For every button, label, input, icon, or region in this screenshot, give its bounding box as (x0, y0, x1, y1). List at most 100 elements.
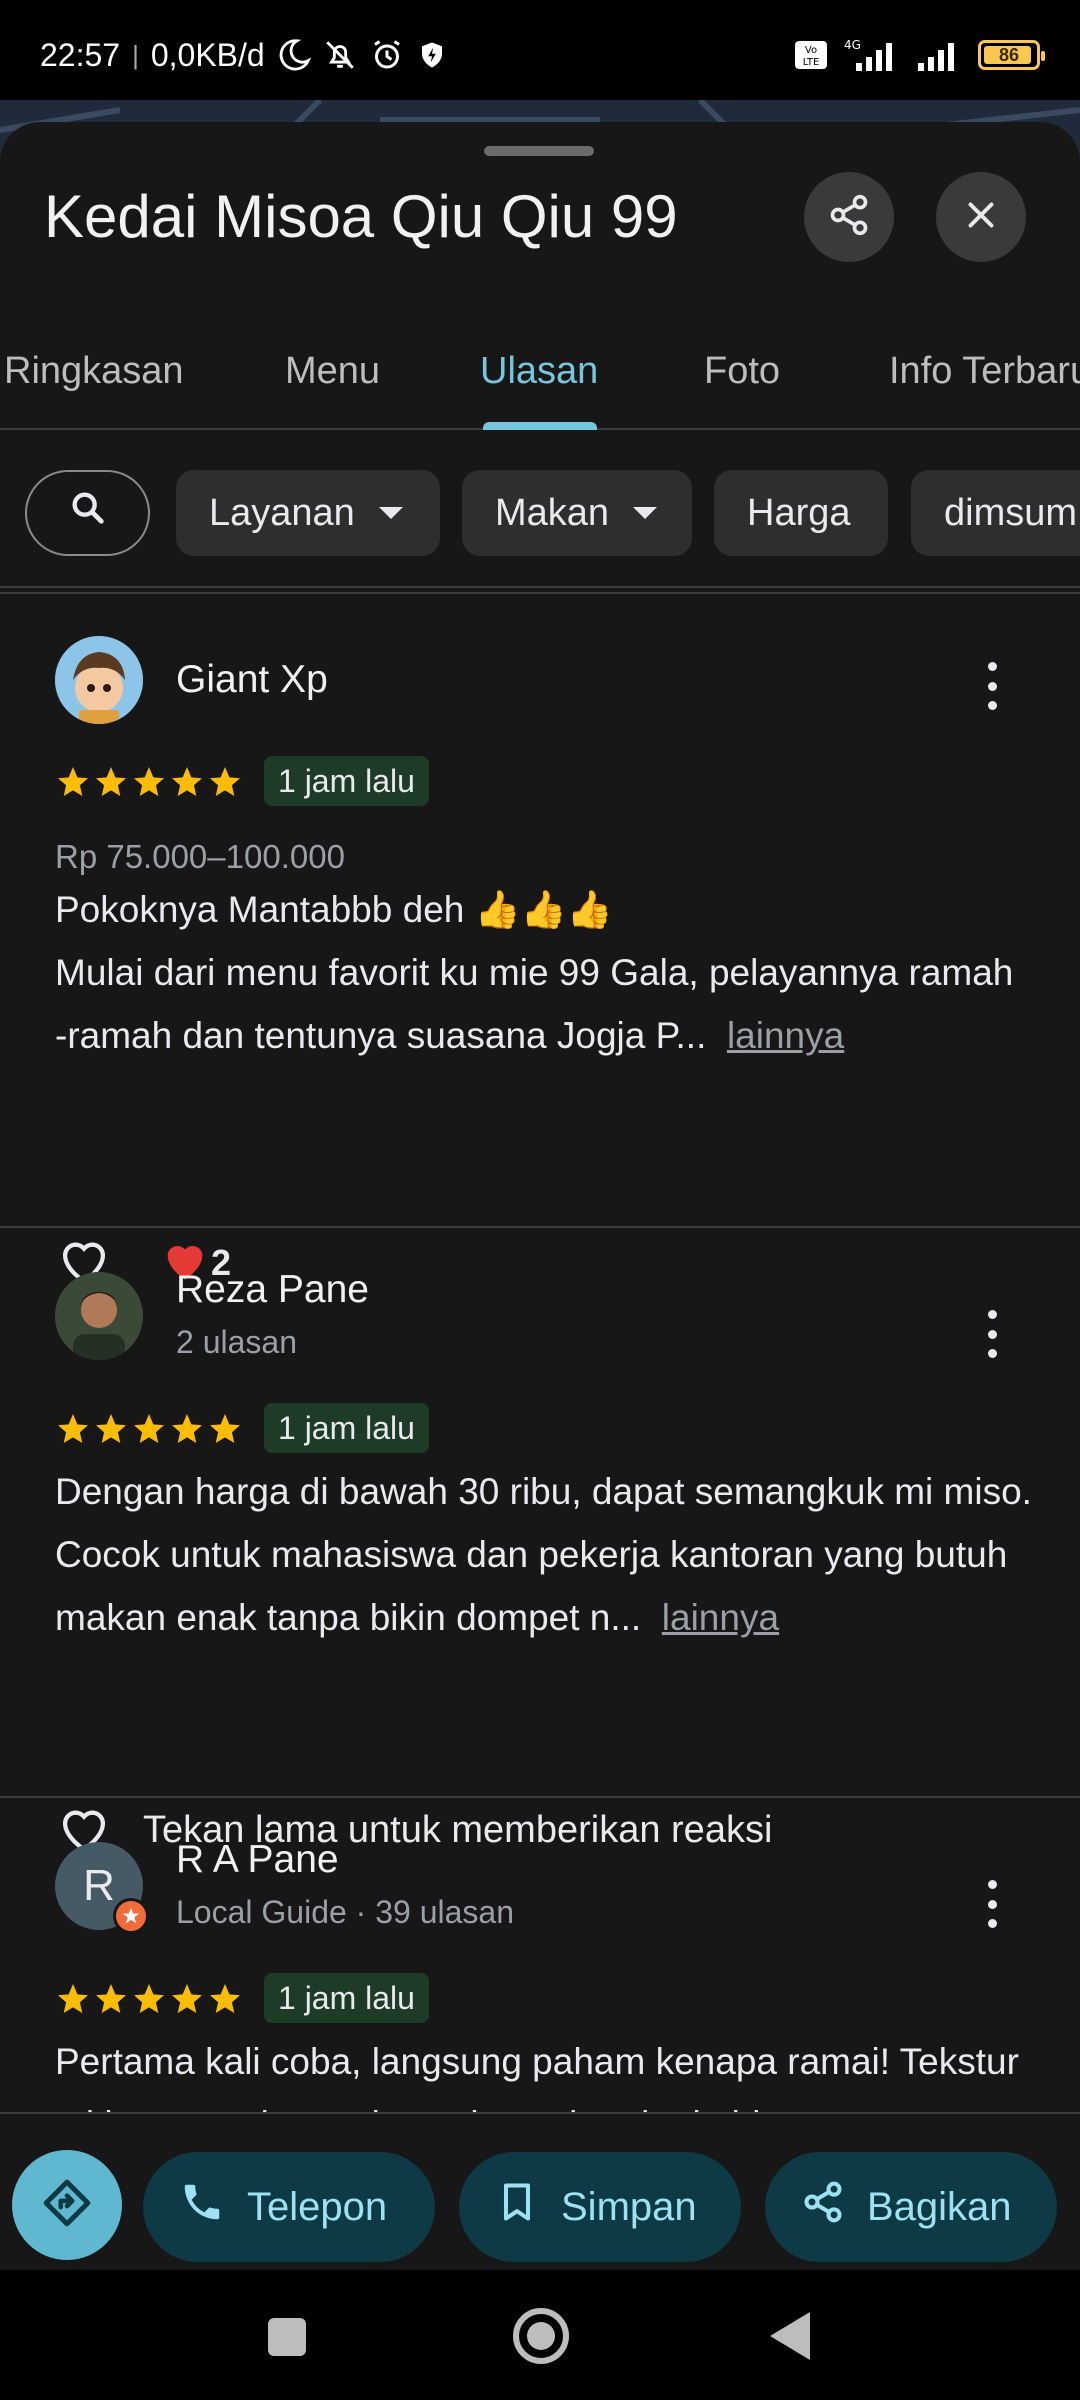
reviewer-name[interactable]: R A Pane (176, 1838, 339, 1882)
share-action-button[interactable]: Bagikan (765, 2152, 1057, 2262)
star-icon (131, 1411, 167, 1452)
chip-label: Makan (495, 491, 610, 534)
star-icon (55, 764, 91, 805)
more-options-button[interactable] (970, 1874, 1014, 1934)
reviewer-name[interactable]: Giant Xp (176, 658, 328, 702)
tab-bar: Ringkasan Menu Ulasan Foto Info Terbaru (0, 312, 1080, 430)
chevron-down-icon (633, 507, 658, 519)
review-time-badge: 1 jam lalu (264, 1973, 429, 2023)
share-icon (801, 2180, 845, 2234)
star-icon (207, 1411, 243, 1452)
home-button[interactable] (513, 2308, 569, 2364)
star-icon (169, 1411, 205, 1452)
reviewer-name[interactable]: Reza Pane (176, 1268, 369, 1312)
review-time-badge: 1 jam lalu (264, 756, 429, 806)
price-range: Rp 75.000–100.000 (55, 838, 345, 875)
recent-apps-button[interactable] (268, 2318, 306, 2356)
star-icon (169, 1981, 205, 2022)
chip-label: Layanan (209, 491, 355, 534)
signal-icon-2 (916, 37, 964, 73)
action-bar: Telepon Simpan Bagikan (0, 2112, 1080, 2270)
place-title: Kedai Misoa Qiu Qiu 99 (44, 183, 678, 250)
avatar[interactable] (55, 1272, 143, 1360)
volte-icon: Vo LTE (794, 40, 828, 70)
review-body: Dengan harga di bawah 30 ribu, dapat sem… (55, 1471, 1032, 1638)
drag-handle[interactable] (484, 146, 594, 156)
star-icon (93, 764, 129, 805)
avatar[interactable] (55, 636, 143, 724)
star-icon (55, 1981, 91, 2022)
status-bar: 22:57 | 0,0KB/d Vo LTE 4G 86 (0, 0, 1080, 110)
active-tab-indicator (483, 422, 597, 430)
star-icon (169, 764, 205, 805)
read-more-link[interactable]: lainnya (662, 1597, 779, 1638)
svg-text:Vo: Vo (805, 45, 817, 56)
chevron-down-icon (378, 507, 403, 519)
moon-icon (277, 38, 311, 72)
avatar-letter: R (83, 1861, 115, 1910)
search-reviews-button[interactable] (25, 470, 150, 556)
phone-icon (179, 2179, 225, 2235)
review-time-badge: 1 jam lalu (264, 1403, 429, 1453)
star-icon (131, 764, 167, 805)
review-text: Dengan harga di bawah 30 ribu, dapat sem… (55, 1460, 1035, 1649)
tab-ulasan[interactable]: Ulasan (480, 312, 598, 430)
chip-harga[interactable]: Harga (714, 470, 888, 556)
alarm-icon (369, 37, 405, 73)
battery-level: 86 (998, 44, 1020, 65)
shield-icon (417, 39, 447, 71)
review-headline: Pokoknya Mantabbb deh 👍👍👍 (55, 889, 613, 930)
save-button[interactable]: Simpan (459, 2152, 741, 2262)
divider (0, 586, 1080, 588)
call-button[interactable]: Telepon (143, 2152, 435, 2262)
star-icon (55, 1411, 91, 1452)
review-filter-chips: Layanan Makan Harga dimsum (0, 432, 1080, 592)
review-card: Reza Pane 2 ulasan 1 jam lalu Dengan har… (0, 1228, 1080, 1852)
avatar[interactable]: R (55, 1842, 149, 1934)
review-card: R R A Pane Local Guide · 39 ulasan 1 jam… (0, 1798, 1080, 2145)
signal-icon: 4G (842, 37, 902, 73)
more-options-button[interactable] (970, 1304, 1014, 1364)
system-nav-bar (0, 2270, 1080, 2400)
place-sheet: Kedai Misoa Qiu Qiu 99 Ringkasan Menu Ul… (0, 122, 1080, 2270)
call-label: Telepon (247, 2184, 388, 2229)
share-label: Bagikan (867, 2184, 1012, 2229)
back-button[interactable] (770, 2312, 810, 2360)
star-icon (131, 1981, 167, 2022)
star-icon (207, 1981, 243, 2022)
tab-foto[interactable]: Foto (704, 312, 780, 430)
chip-layanan[interactable]: Layanan (176, 470, 440, 556)
svg-text:LTE: LTE (803, 57, 820, 68)
tab-ringkasan[interactable]: Ringkasan (4, 312, 184, 430)
tab-menu[interactable]: Menu (285, 312, 380, 430)
reviewer-stats: Local Guide · 39 ulasan (176, 1894, 514, 1930)
share-button[interactable] (804, 172, 894, 262)
tab-info-terbaru[interactable]: Info Terbaru (889, 312, 1080, 430)
svg-text:4G: 4G (844, 38, 861, 52)
more-options-button[interactable] (970, 656, 1014, 716)
bell-off-icon (323, 38, 357, 72)
local-guide-badge-icon (113, 1898, 149, 1934)
read-more-link[interactable]: lainnya (727, 1015, 844, 1056)
review-text: Pokoknya Mantabbb deh 👍👍👍 Mulai dari men… (55, 878, 1035, 1067)
chip-label: Harga (747, 491, 851, 534)
star-rating (55, 1411, 243, 1452)
search-icon (68, 488, 108, 538)
close-button[interactable] (936, 172, 1026, 262)
status-speed: 0,0KB/d (150, 36, 265, 73)
star-rating (55, 1981, 243, 2022)
star-icon (93, 1411, 129, 1452)
star-icon (93, 1981, 129, 2022)
star-rating (55, 764, 243, 805)
chip-dimsum[interactable]: dimsum (911, 470, 1080, 556)
star-icon (207, 764, 243, 805)
directions-button[interactable] (12, 2150, 122, 2260)
chip-makan[interactable]: Makan (462, 470, 692, 556)
status-time: 22:57 (40, 36, 121, 73)
battery-icon: 86 (978, 40, 1045, 70)
share-icon (827, 193, 871, 242)
bookmark-icon (495, 2179, 539, 2235)
close-icon (963, 197, 999, 238)
directions-icon (42, 2178, 92, 2233)
status-separator: | (132, 39, 139, 70)
